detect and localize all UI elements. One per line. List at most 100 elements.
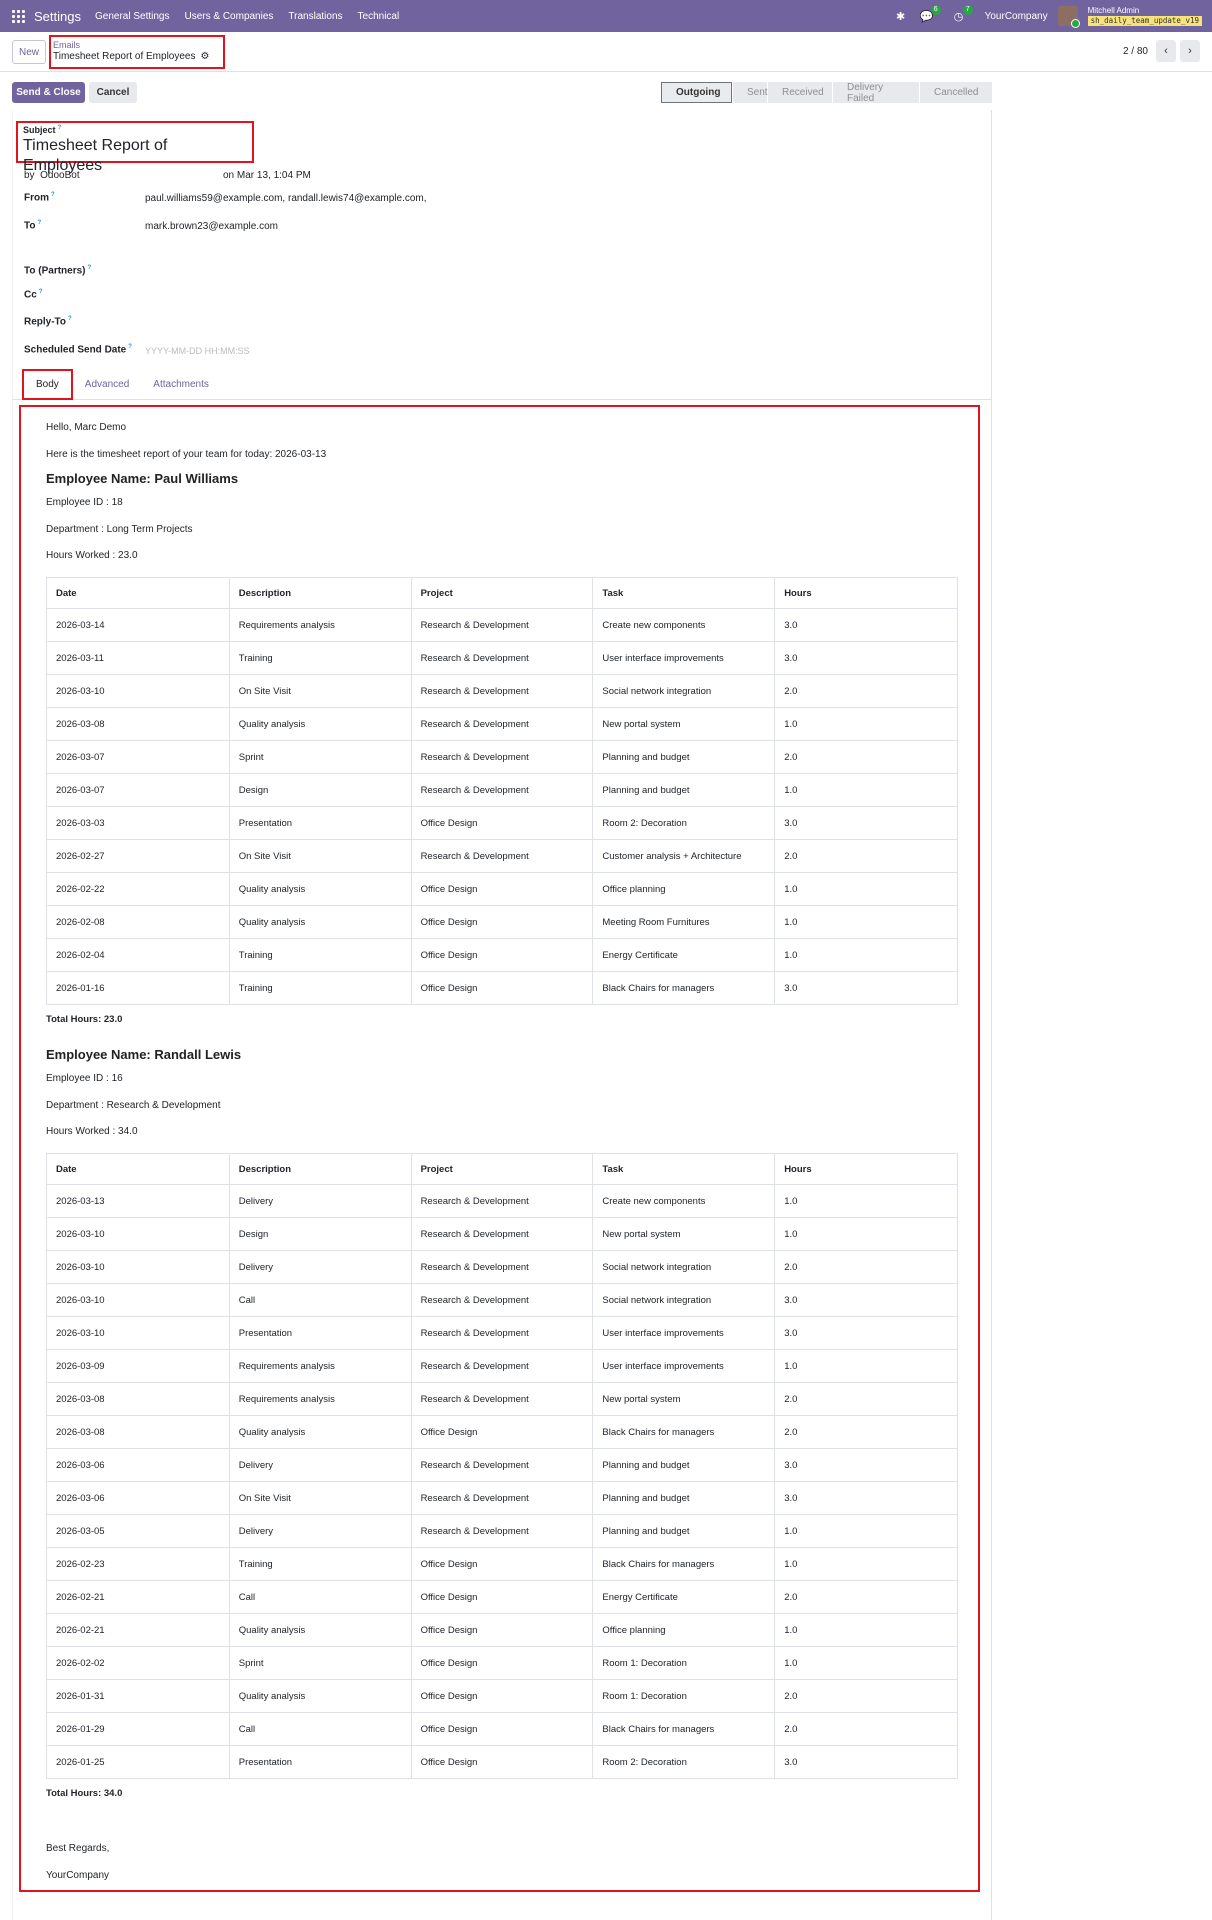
menu-technical[interactable]: Technical [358, 11, 400, 22]
table-cell: 1.0 [774, 1547, 958, 1581]
column-header: Description [228, 1153, 412, 1185]
table-cell: Research & Development [410, 773, 594, 807]
table-cell: Delivery [228, 1514, 412, 1548]
help-icon: ? [37, 220, 42, 226]
table-cell: Black Chairs for managers [592, 1712, 776, 1746]
table-row: 2026-02-22 Quality analysis Office Design O… [46, 872, 958, 906]
table-row: 2026-03-11 Training Research & Development… [46, 641, 958, 675]
app-brand[interactable]: Settings [34, 9, 81, 24]
total-hours: Total Hours: 34.0 [46, 1788, 123, 1799]
menu-translations[interactable]: Translations [288, 11, 342, 22]
author-name[interactable]: OdooBot [40, 170, 79, 181]
table-cell: Presentation [228, 1745, 412, 1779]
new-button[interactable]: New [12, 40, 46, 64]
table-cell: 2026-03-08 [46, 1382, 230, 1416]
table-cell: Room 1: Decoration [592, 1679, 776, 1713]
menu-general-settings[interactable]: General Settings [95, 11, 170, 22]
subject-field: Subject? Timesheet Report of Employees [16, 121, 254, 174]
table-cell: Research & Development [410, 1283, 594, 1317]
signature-text: YourCompany [46, 1870, 110, 1881]
stage-sent[interactable]: Sent [733, 82, 768, 103]
table-cell: Quality analysis [228, 872, 412, 906]
table-row: 2026-03-09 Requirements analysis Research … [46, 1349, 958, 1383]
table-cell: On Site Visit [228, 1481, 412, 1515]
table-cell: Office Design [410, 938, 594, 972]
table-cell: 1.0 [774, 1613, 958, 1647]
menu-users-companies[interactable]: Users & Companies [184, 11, 273, 22]
user-avatar[interactable] [1057, 6, 1080, 28]
form-toolbar: Send & Close Cancel Outgoing Sent Receiv… [12, 82, 992, 104]
table-cell: 2026-01-16 [46, 971, 230, 1005]
table-cell: Office Design [410, 1679, 594, 1713]
gear-icon[interactable]: ⚙ [200, 50, 209, 64]
cc-label: Cc? [24, 289, 43, 301]
help-icon: ? [87, 265, 92, 271]
table-cell: Customer analysis + Architecture [592, 839, 776, 873]
table-row: 2026-03-10 Call Research & Development Soci… [46, 1283, 958, 1317]
column-header: Description [228, 577, 412, 609]
table-row: 2026-02-21 Quality analysis Office Design O… [46, 1613, 958, 1647]
bug-icon[interactable]: ✱ [893, 8, 909, 24]
from-label: From? [24, 192, 55, 204]
table-cell: 1.0 [774, 773, 958, 807]
apps-menu-icon[interactable] [2, 0, 34, 32]
table-cell: Office Design [410, 1646, 594, 1680]
scheduled-date-input[interactable]: YYYY-MM-DD HH:MM:SS [145, 346, 250, 356]
table-cell: Quality analysis [228, 707, 412, 741]
stage-outgoing[interactable]: Outgoing [661, 82, 732, 103]
table-cell: Black Chairs for managers [592, 1415, 776, 1449]
column-header: Date [46, 1153, 230, 1185]
cancel-button[interactable]: Cancel [89, 82, 137, 103]
table-cell: 2.0 [774, 1580, 958, 1614]
send-close-button[interactable]: Send & Close [12, 82, 85, 103]
column-header: Project [410, 577, 594, 609]
stage-received[interactable]: Received [768, 82, 832, 103]
stage-cancelled[interactable]: Cancelled [920, 82, 992, 103]
table-row: 2026-03-08 Quality analysis Office Design B… [46, 1415, 958, 1449]
messages-icon[interactable]: 💬 6 [919, 5, 941, 24]
table-cell: Create new components [592, 1184, 776, 1218]
table-cell: Quality analysis [228, 905, 412, 939]
database-name: sh_daily_team_update_v19 [1087, 16, 1202, 26]
pager-next-icon[interactable]: › [1180, 40, 1200, 62]
table-cell: Planning and budget [592, 1481, 776, 1515]
timesheet-table: Date Description Project Task Hours 2026-03-1… [46, 577, 958, 1005]
tab-body[interactable]: Body [22, 369, 73, 400]
activities-badge: 7 [962, 5, 973, 15]
table-cell: Presentation [228, 806, 412, 840]
table-cell: 2026-03-10 [46, 674, 230, 708]
company-switcher[interactable]: YourCompany [985, 11, 1048, 22]
pager-previous-icon[interactable]: ‹ [1156, 40, 1176, 62]
breadcrumb-parent[interactable]: Emails [53, 40, 221, 50]
from-field[interactable]: paul.williams59@example.com, randall.lew… [145, 193, 427, 204]
user-menu[interactable]: Mitchell Admin sh_daily_team_update_v19 [1087, 6, 1202, 26]
stage-delivery-failed[interactable]: Delivery Failed [833, 82, 919, 104]
table-cell: 3.0 [774, 806, 958, 840]
table-row: 2026-02-08 Quality analysis Office Design M… [46, 905, 958, 939]
table-cell: 2026-03-10 [46, 1283, 230, 1317]
table-cell: 2026-03-07 [46, 740, 230, 774]
table-cell: Delivery [228, 1448, 412, 1482]
table-cell: 2.0 [774, 839, 958, 873]
column-header: Task [592, 1153, 776, 1185]
activities-icon[interactable]: ◷ 7 [951, 5, 973, 24]
table-cell: Black Chairs for managers [592, 1547, 776, 1581]
to-field[interactable]: mark.brown23@example.com [145, 221, 278, 232]
table-cell: 2026-03-08 [46, 707, 230, 741]
table-cell: Office Design [410, 1745, 594, 1779]
table-cell: 2026-03-07 [46, 773, 230, 807]
table-row: 2026-03-13 Delivery Research & Development… [46, 1184, 958, 1218]
table-cell: Research & Development [410, 1250, 594, 1284]
reply-to-label: Reply-To? [24, 316, 72, 328]
employee-heading: Employee Name: Paul Williams [46, 471, 239, 486]
tab-attachments[interactable]: Attachments [141, 369, 221, 400]
help-icon: ? [128, 344, 132, 350]
table-cell: Energy Certificate [592, 938, 776, 972]
pager-value[interactable]: 2 / 80 [1123, 46, 1148, 57]
tab-advanced[interactable]: Advanced [73, 369, 141, 400]
table-cell: Research & Development [410, 608, 594, 642]
subject-label: Subject? [23, 125, 62, 135]
table-cell: 2026-02-21 [46, 1613, 230, 1647]
table-row: 2026-03-05 Delivery Research & Development… [46, 1514, 958, 1548]
table-row: 2026-03-10 Design Research & Development Ne… [46, 1217, 958, 1251]
